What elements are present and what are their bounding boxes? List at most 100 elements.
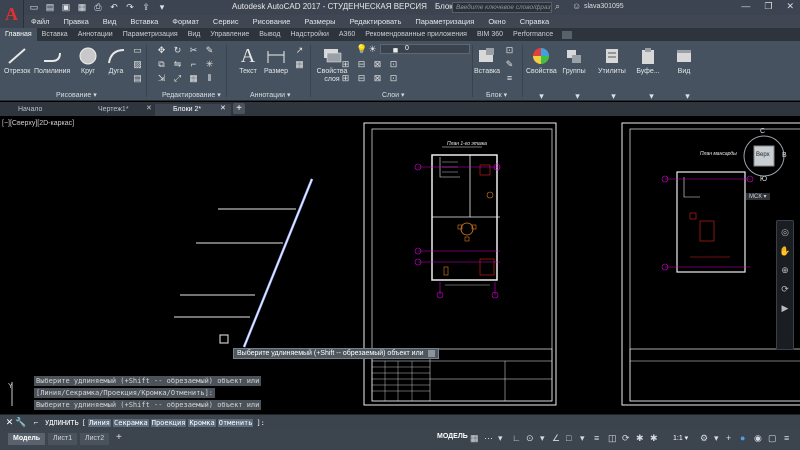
menu-item[interactable]: Правка xyxy=(56,15,95,28)
layout-tab-sheet2[interactable]: Лист2 xyxy=(80,433,110,445)
prompt-options-icon[interactable] xyxy=(427,349,435,357)
menu-item[interactable]: Формат xyxy=(165,15,206,28)
snap-icon[interactable]: ⋯ xyxy=(484,433,493,444)
menu-item[interactable]: Справка xyxy=(513,15,556,28)
menu-item[interactable]: Редактировать xyxy=(343,15,409,28)
layer-on-icon[interactable]: 💡 xyxy=(356,44,367,54)
new-file-icon[interactable]: ▭ xyxy=(28,2,40,13)
ribbon-tab[interactable]: Управление xyxy=(205,28,254,41)
transparency-icon[interactable]: ◫ xyxy=(608,433,617,444)
showmotion-icon[interactable]: ▶ xyxy=(777,303,793,314)
model-space-button[interactable]: МОДЕЛЬ xyxy=(437,433,468,440)
ribbon-tab[interactable]: Performance xyxy=(508,28,558,41)
menu-item[interactable]: Размеры xyxy=(297,15,342,28)
ribbon-tab[interactable]: Главная xyxy=(0,28,37,41)
move-icon[interactable]: ✥ xyxy=(156,45,167,55)
layer-tool-5-icon[interactable]: ⊞ xyxy=(340,73,351,83)
gradient-icon[interactable]: ▤ xyxy=(132,73,143,83)
block-attr-icon[interactable]: ≡ xyxy=(504,73,515,83)
annotation-visibility-icon[interactable]: ✱ xyxy=(636,433,644,444)
menu-item[interactable]: Рисование xyxy=(246,15,298,28)
ribbon-tab[interactable]: BIM 360 xyxy=(472,28,508,41)
ucs-dropdown[interactable]: МСК ▾ xyxy=(746,193,770,200)
navigation-bar[interactable]: ◎ ✋ ⊕ ⟳ ▶ xyxy=(776,220,794,350)
array-icon[interactable]: ▦ xyxy=(188,73,199,83)
ortho-icon[interactable]: ∟ xyxy=(512,433,521,443)
doc-tab-drawing1[interactable]: Чертеж1* xyxy=(80,104,155,116)
properties-dropdown-icon[interactable]: ▾ xyxy=(536,91,547,101)
ribbon-tab[interactable]: A360 xyxy=(334,28,360,41)
lineweight-icon[interactable]: ≡ xyxy=(594,433,599,443)
mirror-icon[interactable]: ⇋ xyxy=(172,59,183,69)
layer-tool-7-icon[interactable]: ⊠ xyxy=(372,73,383,83)
groups-button[interactable]: Группы xyxy=(562,45,586,75)
close-icon[interactable]: ✕ xyxy=(220,104,226,112)
user-name[interactable]: slava301095 xyxy=(584,3,624,10)
polar-dropdown-icon[interactable]: ▾ xyxy=(540,433,545,444)
layer-tool-6-icon[interactable]: ⊟ xyxy=(356,73,367,83)
ribbon-tab[interactable]: Надстройки xyxy=(285,28,333,41)
viewcube[interactable]: Верх С В Ю xyxy=(740,128,788,188)
layer-tool-1-icon[interactable]: ⊞ xyxy=(340,59,351,69)
offset-icon[interactable]: ⫴ xyxy=(204,73,215,83)
ribbon-tab[interactable]: Вставка xyxy=(37,28,73,41)
orbit-icon[interactable]: ⟳ xyxy=(777,284,793,295)
customization-icon[interactable]: ≡ xyxy=(784,433,789,443)
layer-tool-4-icon[interactable]: ⊡ xyxy=(388,59,399,69)
menu-item[interactable]: Вставка xyxy=(123,15,165,28)
ribbon-tab[interactable]: Аннотации xyxy=(73,28,118,41)
polyline-button[interactable]: Полилиния xyxy=(34,45,70,75)
redo-icon[interactable]: ↷ xyxy=(124,2,136,13)
close-icon[interactable]: ✕ xyxy=(786,1,794,12)
close-icon[interactable]: ✕ xyxy=(4,417,15,428)
ribbon-tab[interactable]: Параметризация xyxy=(118,28,183,41)
view-dropdown-icon[interactable]: ▾ xyxy=(682,91,693,101)
menu-item[interactable]: Параметризация xyxy=(408,15,481,28)
dimension-button[interactable]: Размер xyxy=(264,45,288,75)
leader-icon[interactable]: ↗ xyxy=(294,45,305,55)
binoculars-icon[interactable]: ⌕ xyxy=(555,1,567,13)
fillet-icon[interactable]: ⌐ xyxy=(188,59,199,69)
text-button[interactable]: A Текст xyxy=(236,45,260,76)
maximize-icon[interactable]: ❐ xyxy=(764,1,772,12)
minimize-icon[interactable]: — xyxy=(741,1,750,12)
undo-icon[interactable]: ↶ xyxy=(108,2,120,13)
autocad-logo-icon[interactable]: A xyxy=(0,0,24,28)
stretch-icon[interactable]: ⇲ xyxy=(156,73,167,83)
viewport-controls[interactable]: [−][Сверху][2D-каркас] xyxy=(2,120,74,127)
circle-button[interactable]: Круг xyxy=(76,45,100,75)
search-input[interactable]: Введите ключевое слово/фразу xyxy=(452,2,552,13)
properties-button[interactable]: Свойства xyxy=(526,45,557,75)
hatch-icon[interactable]: ▨ xyxy=(132,59,143,69)
menu-item[interactable]: Вид xyxy=(96,15,124,28)
clipboard-button[interactable]: Буфе... xyxy=(636,45,660,75)
add-layout-icon[interactable]: + xyxy=(116,432,122,443)
scale-icon[interactable]: ⤢ xyxy=(172,73,183,83)
pan-icon[interactable]: ✋ xyxy=(777,246,793,257)
qat-dropdown-icon[interactable]: ▾ xyxy=(156,2,168,13)
annotation-monitor-icon[interactable]: + xyxy=(726,433,731,443)
compass-south[interactable]: Ю xyxy=(760,176,767,183)
customize-icon[interactable]: 🔧 xyxy=(15,417,27,428)
utilities-dropdown-icon[interactable]: ▾ xyxy=(608,91,619,101)
steering-wheel-icon[interactable]: ◎ xyxy=(777,227,793,238)
explode-icon[interactable]: ✳ xyxy=(204,59,215,69)
layer-tool-3-icon[interactable]: ⊠ xyxy=(372,59,383,69)
ribbon-tab[interactable]: Вывод xyxy=(254,28,285,41)
open-file-icon[interactable]: ▤ xyxy=(44,2,56,13)
menu-item[interactable]: Файл xyxy=(24,15,56,28)
new-tab-button[interactable]: + xyxy=(233,103,245,114)
annotation-panel-title[interactable]: Аннотации ▾ xyxy=(250,91,290,99)
workspace-dropdown-icon[interactable]: ▾ xyxy=(714,433,719,444)
trim-icon[interactable]: ✂ xyxy=(188,45,199,55)
option-projection[interactable]: Проекция xyxy=(150,418,187,427)
polar-icon[interactable]: ⊙ xyxy=(526,433,534,444)
table-icon[interactable]: ▦ xyxy=(294,59,305,69)
draw-panel-title[interactable]: Рисование ▾ xyxy=(56,91,97,99)
line-button[interactable]: Отрезок xyxy=(4,45,30,75)
layer-tool-2-icon[interactable]: ⊟ xyxy=(356,59,367,69)
auto-scale-icon[interactable]: ✱ xyxy=(650,433,658,444)
arc-button[interactable]: Дуга xyxy=(104,45,128,75)
recent-commands-icon[interactable]: ⌐ xyxy=(31,418,41,427)
grid-icon[interactable]: ▦ xyxy=(470,433,479,444)
